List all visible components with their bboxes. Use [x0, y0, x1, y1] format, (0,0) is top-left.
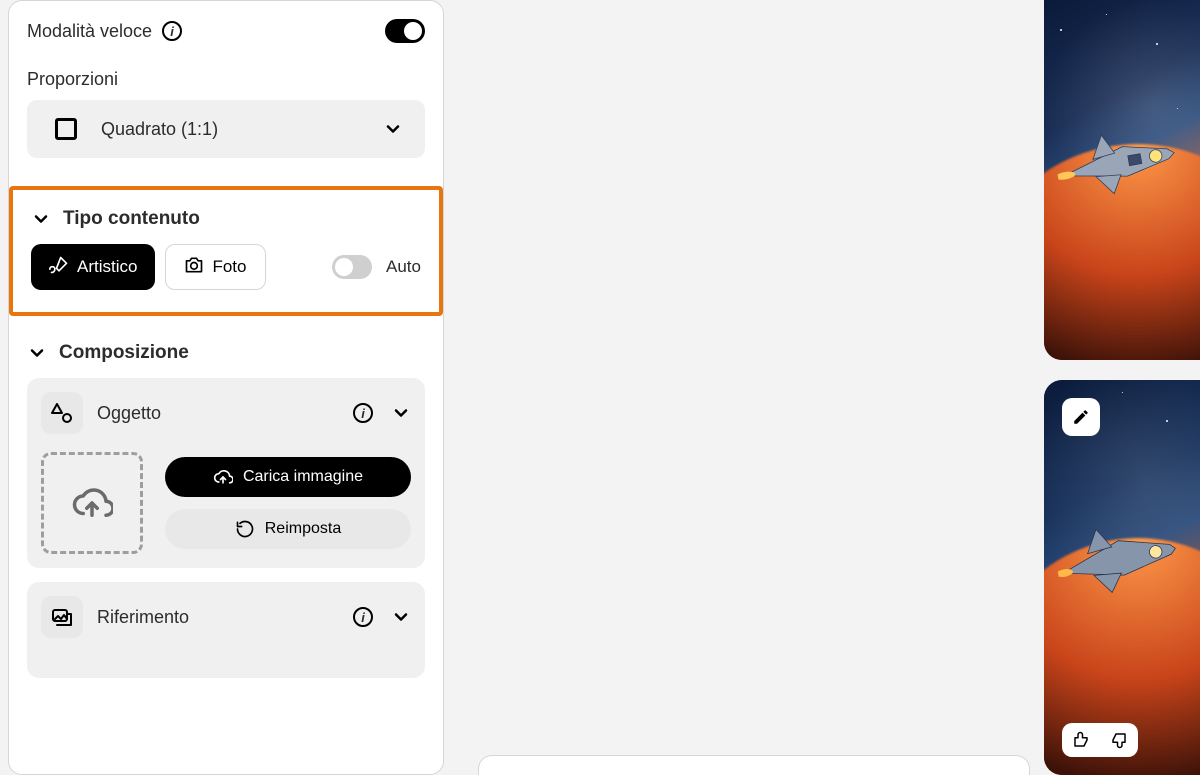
composition-title: Composizione	[59, 342, 189, 364]
artistic-label: Artistico	[77, 257, 137, 277]
fast-mode-toggle[interactable]	[385, 19, 425, 43]
content-type-title: Tipo contenuto	[63, 208, 200, 230]
thumbs-up-icon	[1072, 731, 1090, 749]
feedback-buttons	[1062, 723, 1138, 757]
auto-toggle[interactable]	[332, 255, 372, 279]
reset-button[interactable]: Reimposta	[165, 509, 411, 549]
reference-title: Riferimento	[97, 607, 339, 628]
cloud-upload-small-icon	[213, 467, 233, 487]
photo-label: Foto	[212, 257, 246, 277]
object-card: Oggetto i Carica immagine	[27, 378, 425, 568]
results-column	[1044, 0, 1200, 775]
edit-button[interactable]	[1062, 398, 1100, 436]
result-thumbnail-1[interactable]	[1044, 0, 1200, 360]
aspect-section-label: Proporzioni	[27, 69, 118, 89]
object-title: Oggetto	[97, 403, 339, 424]
settings-panel: Modalità veloce i Proporzioni Quadrato (…	[8, 0, 444, 775]
reference-image-icon	[41, 596, 83, 638]
chevron-down-icon[interactable]	[391, 607, 411, 627]
auto-label: Auto	[386, 257, 421, 277]
square-aspect-icon	[55, 118, 77, 140]
composition-section: Composizione Oggetto i	[27, 338, 425, 678]
cloud-upload-icon	[71, 482, 113, 524]
fast-mode-label: Modalità veloce	[27, 21, 152, 42]
paintbrush-icon	[49, 255, 69, 280]
object-shapes-icon	[41, 392, 83, 434]
artistic-button[interactable]: Artistico	[31, 244, 155, 290]
info-icon[interactable]: i	[353, 403, 373, 423]
pencil-icon	[1072, 408, 1090, 426]
undo-icon	[235, 519, 255, 539]
upload-dropzone[interactable]	[41, 452, 143, 554]
chevron-down-icon[interactable]	[391, 403, 411, 423]
photo-button[interactable]: Foto	[165, 244, 265, 290]
thumbs-down-icon	[1110, 731, 1128, 749]
upload-image-label: Carica immagine	[243, 468, 363, 486]
reset-label: Reimposta	[265, 520, 341, 538]
aspect-section: Proporzioni Quadrato (1:1)	[27, 69, 425, 158]
chevron-down-icon[interactable]	[27, 343, 47, 363]
content-type-buttons: Artistico Foto Auto	[31, 244, 421, 290]
prompt-panel-top-edge	[478, 755, 1030, 775]
thumbs-up-button[interactable]	[1062, 723, 1100, 757]
chevron-down-icon	[383, 119, 403, 139]
result-thumbnail-2[interactable]	[1044, 380, 1200, 775]
aspect-dropdown[interactable]: Quadrato (1:1)	[27, 100, 425, 158]
camera-icon	[184, 255, 204, 280]
reference-card: Riferimento i	[27, 582, 425, 678]
info-icon[interactable]: i	[353, 607, 373, 627]
fast-mode-row: Modalità veloce i	[27, 19, 425, 43]
aspect-selected-label: Quadrato (1:1)	[101, 119, 218, 140]
info-icon[interactable]: i	[162, 21, 182, 41]
thumbs-down-button[interactable]	[1100, 723, 1138, 757]
chevron-down-icon[interactable]	[31, 209, 51, 229]
upload-image-button[interactable]: Carica immagine	[165, 457, 411, 497]
content-type-section: Tipo contenuto Artistico Foto Auto	[9, 186, 443, 316]
